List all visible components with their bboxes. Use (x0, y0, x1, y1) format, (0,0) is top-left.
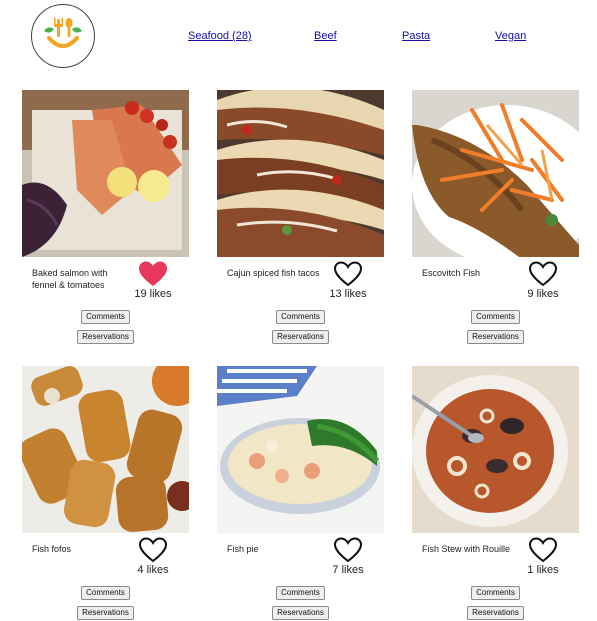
heart-outline-icon[interactable] (333, 260, 363, 288)
reservations-button[interactable]: Reservations (467, 330, 524, 344)
heart-outline-icon[interactable] (333, 536, 363, 564)
heart-outline-icon[interactable] (528, 536, 558, 564)
reservations-button[interactable]: Reservations (77, 606, 134, 620)
recipe-photo-fish-pie[interactable] (217, 366, 384, 533)
likes-count: 9 likes (527, 288, 559, 300)
recipe-photo-baked-salmon[interactable] (22, 90, 189, 257)
recipe-photo-fish-fofos[interactable] (22, 366, 189, 533)
likes-count: 13 likes (329, 288, 367, 300)
recipe-card: Escovitch Fish 9 likes Comments Reservat… (412, 90, 579, 344)
site-logo[interactable] (31, 4, 95, 68)
recipe-card: Fish fofos 4 likes Comments Reservations (22, 366, 189, 620)
recipe-card: Cajun spiced fish tacos 13 likes Comment… (217, 90, 384, 344)
reservations-button[interactable]: Reservations (272, 606, 329, 620)
nav-link-beef[interactable]: Beef (314, 30, 337, 42)
recipe-photo-fish-stew[interactable] (412, 366, 579, 533)
recipe-card: Fish Stew with Rouille 1 likes Comments … (412, 366, 579, 620)
nav-link-vegan[interactable]: Vegan (495, 30, 526, 42)
likes-count: 4 likes (137, 564, 169, 576)
comments-button[interactable]: Comments (471, 586, 520, 600)
recipe-title: Escovitch Fish (422, 268, 481, 278)
recipe-title: Fish Stew with Rouille (422, 544, 511, 554)
recipe-photo-cajun-tacos[interactable] (217, 90, 384, 257)
recipe-card: Baked salmon with fennel & tomatoes 19 l… (22, 90, 189, 344)
comments-button[interactable]: Comments (276, 586, 325, 600)
reservations-button[interactable]: Reservations (77, 330, 134, 344)
heart-outline-icon[interactable] (528, 260, 558, 288)
recipe-card: Fish pie 7 likes Comments Reservations (217, 366, 384, 620)
heart-outline-icon[interactable] (138, 536, 168, 564)
likes-count: 19 likes (134, 288, 172, 300)
recipe-photo-escovitch-fish[interactable] (412, 90, 579, 257)
reservations-button[interactable]: Reservations (272, 330, 329, 344)
recipe-title: Fish pie (227, 544, 259, 554)
likes-count: 1 likes (527, 564, 559, 576)
fork-spoon-logo-icon (44, 18, 82, 48)
nav-link-pasta[interactable]: Pasta (402, 30, 430, 42)
comments-button[interactable]: Comments (81, 586, 130, 600)
reservations-button[interactable]: Reservations (467, 606, 524, 620)
likes-count: 7 likes (332, 564, 364, 576)
comments-button[interactable]: Comments (81, 310, 130, 324)
comments-button[interactable]: Comments (276, 310, 325, 324)
comments-button[interactable]: Comments (471, 310, 520, 324)
heart-filled-icon[interactable] (138, 260, 168, 288)
recipe-title: Cajun spiced fish tacos (227, 268, 320, 278)
recipe-title: Fish fofos (32, 544, 72, 554)
recipe-title: Baked salmon with fennel & tomatoes (32, 268, 108, 290)
nav-link-seafood[interactable]: Seafood (28) (188, 30, 252, 42)
